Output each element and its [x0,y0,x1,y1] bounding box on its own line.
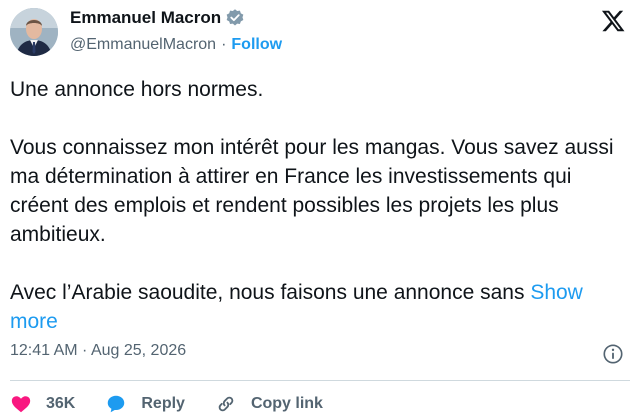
tweet-paragraph: Vous connaissez mon intérêt pour les man… [10,136,614,246]
copy-link-button[interactable]: Copy link [215,393,323,415]
handle[interactable]: @EmmanuelMacron [70,36,216,54]
like-button[interactable]: 36K [10,393,75,415]
timestamp[interactable]: 12:41 AM · Aug 25, 2026 [10,342,186,360]
x-logo-icon[interactable] [600,8,626,34]
link-icon [218,396,234,412]
info-icon[interactable] [602,343,624,365]
heart-icon [11,396,31,413]
avatar[interactable] [10,8,58,56]
divider [10,380,630,381]
separator-dot: · [221,36,227,53]
copy-link-label: Copy link [250,395,323,412]
avatar-portrait-icon [10,8,58,56]
tweet-card: Emmanuel Macron @EmmanuelMacron · Follow… [0,0,640,420]
reply-bubble-icon [108,395,125,413]
like-count: 36K [46,395,76,412]
tweet-paragraph-truncated: Avec l’Arabie saoudite, nous faisons une… [10,278,620,336]
reply-label: Reply [141,395,185,412]
tweet-paragraph: Avec l’Arabie saoudite, nous faisons une… [10,281,525,304]
follow-button[interactable]: Follow [231,36,282,54]
reply-button[interactable]: Reply [105,393,185,415]
verified-badge-icon [225,8,245,28]
tweet-text: Une annonce hors normes. Vous connaissez… [10,75,620,336]
author-block: Emmanuel Macron @EmmanuelMacron · Follow [70,7,282,57]
tweet-paragraph: Une annonce hors normes. [10,78,264,101]
display-name[interactable]: Emmanuel Macron [70,8,221,28]
action-bar: 36K Reply Copy link [10,388,353,420]
